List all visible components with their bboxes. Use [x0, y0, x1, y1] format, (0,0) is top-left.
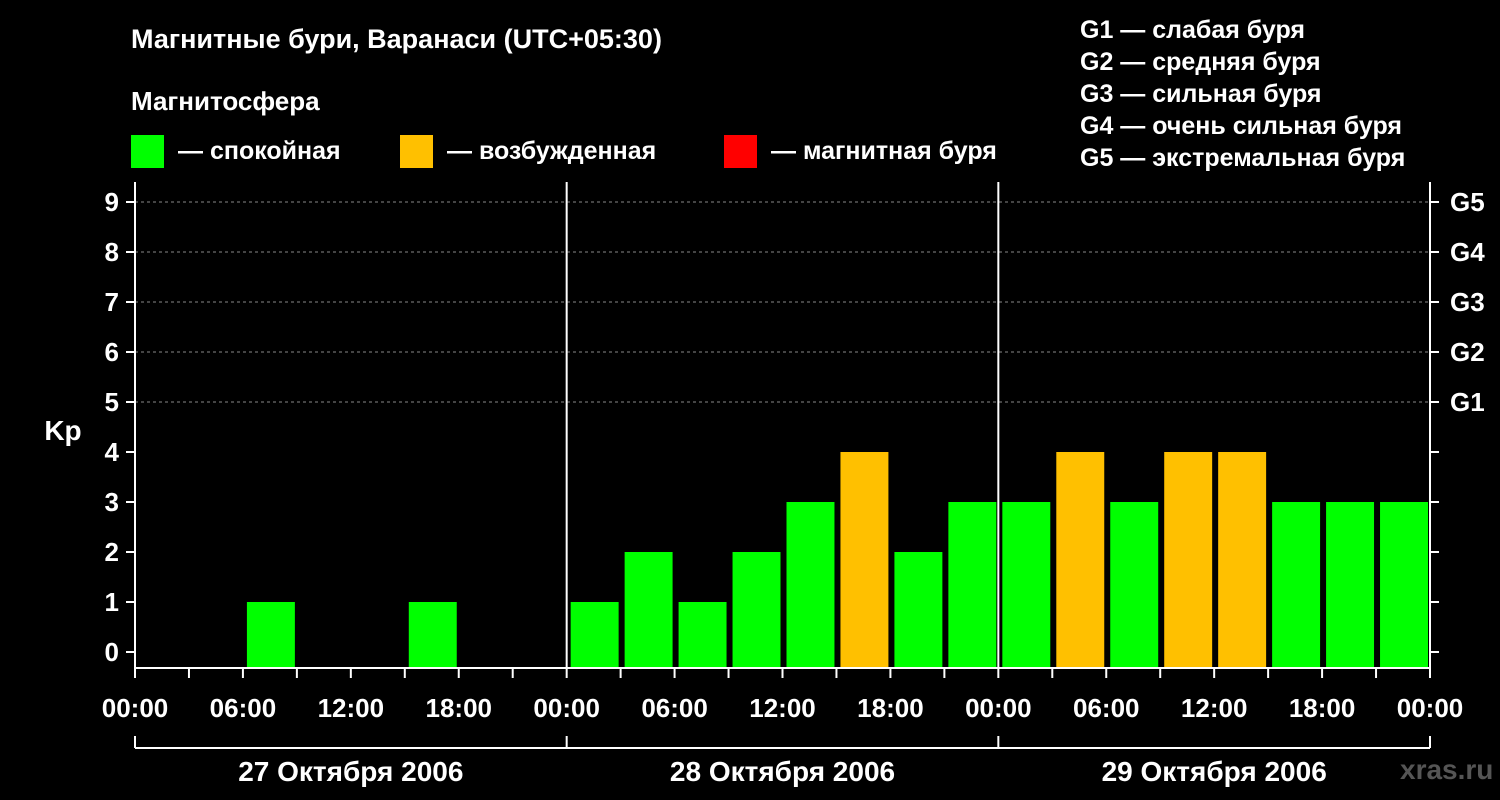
kp-bar	[408, 602, 457, 668]
y-tick-label: 2	[105, 537, 119, 567]
kp-bar	[624, 552, 673, 668]
y-tick-label: 6	[105, 337, 119, 367]
kp-bar	[1164, 452, 1213, 668]
x-tick-label: 06:00	[641, 693, 708, 723]
y-tick-label: 9	[105, 187, 119, 217]
kp-bar	[1272, 502, 1321, 668]
kp-bar	[732, 552, 781, 668]
day-label: 28 Октября 2006	[670, 756, 895, 787]
kp-bar	[1110, 502, 1159, 668]
y-tick-label: 3	[105, 487, 119, 517]
x-tick-label: 00:00	[1397, 693, 1464, 723]
kp-bar	[570, 602, 619, 668]
g-level-label: G2	[1450, 337, 1485, 367]
x-tick-label: 06:00	[1073, 693, 1140, 723]
kp-bar	[894, 552, 943, 668]
kp-chart: 0 1 2 3 4 5 6 7 8 9 G1 G2 G3 G4 G5 Kp 00:00 06:00 12:00 18:…	[44, 182, 1485, 787]
x-tick-label: 18:00	[857, 693, 924, 723]
x-tick-label: 12:00	[1181, 693, 1248, 723]
kp-bar	[1056, 452, 1105, 668]
day-label: 27 Октября 2006	[238, 756, 463, 787]
x-tick-label: 00:00	[102, 693, 169, 723]
kp-bar	[1218, 452, 1267, 668]
kp-bar	[1380, 502, 1428, 668]
kp-bar	[1002, 502, 1051, 668]
kp-bar	[678, 602, 727, 668]
watermark: xras.ru	[1400, 754, 1494, 785]
kp-bar	[948, 502, 997, 668]
x-tick-label: 00:00	[533, 693, 600, 723]
g-level-label: G4	[1450, 237, 1485, 267]
y-tick-label: 5	[105, 387, 119, 417]
g-level-label: G1	[1450, 387, 1485, 417]
x-tick-label: 00:00	[965, 693, 1032, 723]
kp-bar	[840, 452, 889, 668]
g-level-label: G5	[1450, 187, 1485, 217]
kp-bar	[1326, 502, 1375, 668]
y-axis-label: Kp	[44, 415, 81, 446]
kp-bar	[246, 602, 295, 668]
y-tick-label: 7	[105, 287, 119, 317]
x-tick-label: 12:00	[318, 693, 385, 723]
y-tick-label: 1	[105, 587, 119, 617]
x-tick-label: 12:00	[749, 693, 816, 723]
y-tick-label: 8	[105, 237, 119, 267]
x-tick-label: 06:00	[210, 693, 277, 723]
day-label: 29 Октября 2006	[1102, 756, 1327, 787]
y-tick-label: 0	[105, 637, 119, 667]
kp-bar	[786, 502, 835, 668]
g-level-label: G3	[1450, 287, 1485, 317]
x-tick-label: 18:00	[1289, 693, 1356, 723]
x-tick-label: 18:00	[426, 693, 493, 723]
y-tick-label: 4	[105, 437, 120, 467]
